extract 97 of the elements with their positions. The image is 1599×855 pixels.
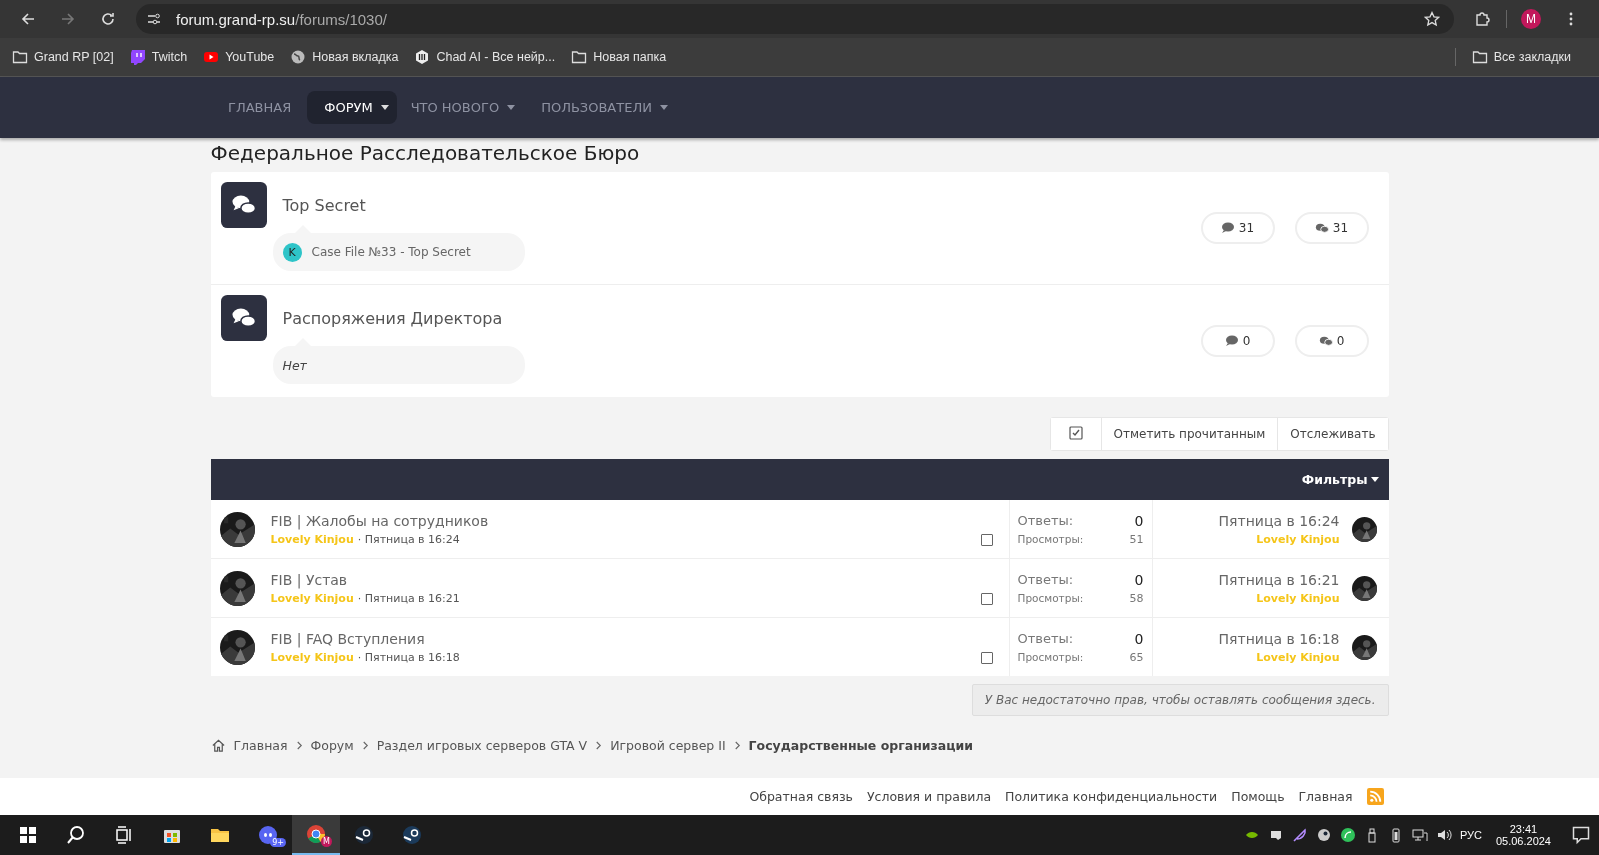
clock[interactable]: 23:41 05.06.2024: [1495, 823, 1551, 847]
nav-tab[interactable]: ГЛАВНАЯ: [218, 91, 304, 124]
nav-tab[interactable]: ЧТО НОВОГО: [400, 91, 528, 124]
folder-icon: [12, 49, 28, 65]
search-icon[interactable]: [66, 825, 86, 845]
address-bar[interactable]: forum.grand-rp.su/forums/1030/: [136, 4, 1454, 34]
all-bookmarks[interactable]: Все закладки: [1471, 49, 1571, 65]
task-view-icon[interactable]: [114, 825, 134, 845]
breadcrumb-link[interactable]: Раздел игровых серверов GTA V: [376, 738, 588, 753]
chevron-icon: [595, 741, 603, 750]
thread-date: · Пятница в 16:21: [357, 591, 460, 605]
folder-icon: [1471, 49, 1488, 65]
hexagon-logo-icon: [414, 49, 431, 65]
views-count: 65: [1129, 650, 1144, 664]
breadcrumb-link[interactable]: Главная: [233, 738, 288, 753]
user-avatar: K: [282, 242, 302, 262]
folder-icon: [571, 49, 588, 65]
views-count: 51: [1129, 532, 1144, 546]
forum-title[interactable]: Распоряжения Директора: [282, 309, 525, 328]
filters-dropdown[interactable]: Фильтры: [1301, 472, 1379, 487]
extensions-icon[interactable]: [1474, 11, 1490, 27]
language-indicator[interactable]: РУС: [1459, 829, 1482, 841]
youtube-icon: [203, 49, 220, 65]
back-icon[interactable]: [20, 11, 36, 27]
nav-tab[interactable]: ПОЛЬЗОВАТЕЛИ: [531, 91, 680, 124]
footer-link[interactable]: Главная: [1298, 789, 1353, 804]
footer-link[interactable]: Условия и правила: [866, 789, 992, 804]
breadcrumb-link[interactable]: Игровой сервер II: [610, 738, 726, 753]
profile-badge: M: [321, 836, 332, 847]
globe-icon: [290, 49, 307, 65]
last-post-date[interactable]: Пятница в 16:24: [1218, 512, 1340, 529]
rss-icon: [1366, 788, 1384, 805]
speech-bubbles-icon: [1318, 335, 1333, 347]
chevron-icon: [361, 741, 369, 750]
action-button[interactable]: Отслеживать: [1277, 418, 1388, 450]
thread-date: · Пятница в 16:24: [357, 532, 460, 546]
speaker-icon[interactable]: [1435, 827, 1452, 843]
forward-icon[interactable]: [60, 11, 76, 27]
replies-count: 0: [1134, 512, 1144, 529]
footer-link[interactable]: Помощь: [1231, 789, 1285, 804]
reload-icon[interactable]: [100, 11, 116, 27]
select-checkbox[interactable]: [980, 652, 993, 664]
checkbox-icon: [1068, 425, 1083, 440]
forum-title[interactable]: Top Secret: [282, 196, 525, 215]
thread-date: · Пятница в 16:18: [357, 650, 460, 664]
network-icon[interactable]: [1411, 827, 1428, 843]
breadcrumb-link[interactable]: Государственные организации: [748, 738, 974, 753]
footer-link[interactable]: Политика конфиденциальности: [1005, 789, 1218, 804]
last-post-none: Нет: [282, 357, 307, 373]
thread-title[interactable]: FIB | Жалобы на сотрудников: [270, 512, 965, 529]
speech-bubble-icon: [1224, 335, 1239, 347]
breadcrumb-link[interactable]: Форум: [310, 738, 354, 753]
select-checkbox[interactable]: [980, 593, 993, 605]
feather-icon[interactable]: [1291, 827, 1308, 843]
chat-bubbles-icon: [220, 182, 267, 228]
chevron-icon: [295, 741, 303, 750]
select-checkbox[interactable]: [980, 534, 993, 546]
replies-label: Ответы:: [1017, 512, 1074, 529]
replies-label: Ответы:: [1017, 571, 1074, 588]
bookmark[interactable]: Новая папка: [571, 49, 667, 65]
notification-badge: 9+: [270, 838, 286, 847]
home-icon: [210, 738, 226, 753]
site-settings-icon: [146, 11, 162, 27]
last-post-date[interactable]: Пятница в 16:21: [1218, 571, 1340, 588]
thread-title[interactable]: FIB | Устав: [270, 571, 965, 588]
footer-link[interactable]: Обратная связь: [749, 789, 853, 804]
messages-count: 31: [1294, 212, 1369, 244]
windows-start-icon[interactable]: [18, 825, 38, 845]
bookmark[interactable]: Chad AI - Все нейр...: [414, 49, 556, 65]
threads-count: 0: [1200, 325, 1275, 357]
bookmark[interactable]: Twitch: [129, 49, 188, 65]
views-label: Просмотры:: [1017, 650, 1084, 664]
threads-count: 31: [1200, 212, 1275, 244]
replies-count: 0: [1134, 630, 1144, 647]
notifications-icon[interactable]: [1571, 825, 1591, 845]
thread-title[interactable]: FIB | FAQ Вступления: [270, 630, 965, 647]
speech-bubble-icon: [1220, 222, 1235, 234]
messages-count: 0: [1294, 325, 1369, 357]
bookmark[interactable]: Новая вкладка: [290, 49, 399, 65]
profile-avatar[interactable]: M: [1521, 9, 1541, 29]
twitch-icon: [129, 49, 146, 65]
speech-bubbles-icon: [1314, 222, 1329, 234]
views-label: Просмотры:: [1017, 591, 1084, 605]
bookmark[interactable]: Grand RP [02]: [12, 49, 114, 65]
replies-count: 0: [1134, 571, 1144, 588]
permission-notice: У Вас недостаточно прав, чтобы оставлять сообщения здесь.: [971, 684, 1389, 716]
star-icon[interactable]: [1424, 11, 1440, 27]
nav-tab[interactable]: ФОРУМ: [307, 91, 397, 124]
page-title: Федеральное Расследовательское Бюро: [210, 140, 641, 166]
views-label: Просмотры:: [1017, 532, 1084, 546]
views-count: 58: [1129, 591, 1144, 605]
last-post-link[interactable]: Case File №33 - Top Secret: [311, 245, 471, 259]
bookmark[interactable]: YouTube: [203, 49, 275, 65]
last-post-date[interactable]: Пятница в 16:18: [1218, 630, 1340, 647]
chevron-icon: [733, 741, 741, 750]
chat-bubbles-icon: [220, 295, 267, 341]
replies-label: Ответы:: [1017, 630, 1074, 647]
